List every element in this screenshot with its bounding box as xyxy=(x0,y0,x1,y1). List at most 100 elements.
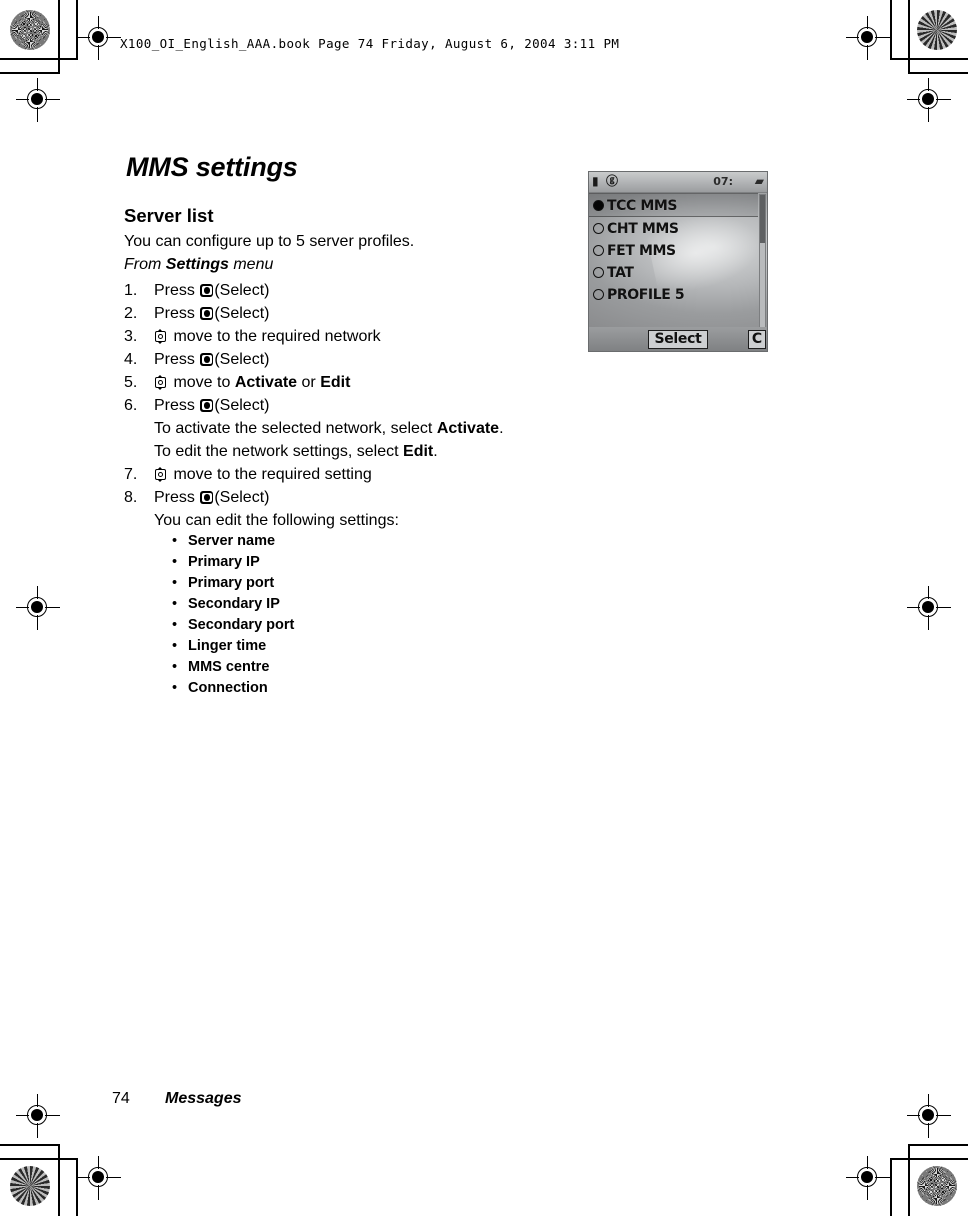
step-text-mid: or xyxy=(297,374,321,391)
list-item: • Connection xyxy=(172,678,294,699)
step-substep: To edit the network settings, select Edi… xyxy=(124,440,584,463)
bullet-icon: • xyxy=(172,617,178,633)
signal-strength-icon: ▮ xyxy=(592,174,599,188)
phone-list-item-label: TCC MMS xyxy=(607,198,678,214)
trim-line-tr-v2 xyxy=(890,0,892,58)
phone-scrollbar-thumb[interactable] xyxy=(760,195,765,243)
from-menu-name: Settings xyxy=(165,256,229,273)
substep-pre: To edit the network settings, select xyxy=(154,443,404,460)
registration-mark-top-left-a xyxy=(77,16,121,60)
phone-list-item[interactable]: PROFILE 5 xyxy=(589,283,758,305)
registration-mark-top-right-b xyxy=(907,78,951,122)
list-item: • Server name xyxy=(172,531,294,552)
step-item: 2. Press (Select) xyxy=(124,302,584,325)
phone-server-list: TCC MMS CHT MMS FET MMS TAT PROFILE 5 xyxy=(589,193,758,305)
step-text-post: (Select) xyxy=(214,351,270,368)
numbered-steps-list: 1. Press (Select) 2. Press (Select) 3. mov… xyxy=(124,279,584,532)
from-prefix: From xyxy=(124,256,166,273)
from-suffix: menu xyxy=(228,256,274,273)
radio-button-icon[interactable] xyxy=(593,223,604,234)
substep-bold: Edit xyxy=(403,443,434,460)
step-text-pre: Press xyxy=(154,351,200,368)
step-text-pre: Press xyxy=(154,305,200,322)
select-key-icon xyxy=(200,284,214,297)
trim-line-tl-h xyxy=(0,58,78,60)
list-item-label: MMS centre xyxy=(188,659,270,675)
phone-list-item-selected[interactable]: TCC MMS xyxy=(589,193,758,217)
softkey-clear-button[interactable]: C xyxy=(748,330,766,349)
radio-button-icon[interactable] xyxy=(593,289,604,300)
bullet-icon: • xyxy=(172,659,178,675)
phone-list-item[interactable]: TAT xyxy=(589,261,758,283)
list-item-label: Primary port xyxy=(188,575,275,591)
list-item: • Secondary port xyxy=(172,615,294,636)
trim-line-tr-h2 xyxy=(908,72,968,74)
list-item: • MMS centre xyxy=(172,657,294,678)
trim-line-br-v xyxy=(908,1144,910,1216)
battery-icon: ▰ xyxy=(754,174,764,188)
from-menu-line: From Settings menu xyxy=(124,256,273,274)
list-item: • Linger time xyxy=(172,636,294,657)
step-item: 8. Press (Select) xyxy=(124,486,584,509)
trim-line-tr-v xyxy=(908,0,910,72)
step-bold-activate: Activate xyxy=(234,374,298,391)
step-text-post: (Select) xyxy=(214,489,270,506)
registration-mark-middle-left xyxy=(16,586,60,630)
phone-status-bar: ▮ ⓖ 07: ▰ xyxy=(589,172,767,193)
trim-line-br-v2 xyxy=(890,1158,892,1216)
softkey-select-button[interactable]: Select xyxy=(648,330,708,349)
step-number: 2. xyxy=(124,305,138,322)
registration-mark-top-right-a xyxy=(846,16,890,60)
registration-mark-bottom-right-b xyxy=(846,1156,890,1200)
navigation-key-icon xyxy=(154,467,167,482)
step-number: 5. xyxy=(124,374,138,391)
step-text-post: move to the required setting xyxy=(169,466,372,483)
phone-list-item-label: TAT xyxy=(607,265,634,281)
phone-list-item-label: FET MMS xyxy=(607,243,676,259)
registration-mark-middle-right xyxy=(907,586,951,630)
step-bold-edit: Edit xyxy=(320,374,351,391)
phone-list-item[interactable]: FET MMS xyxy=(589,239,758,261)
radio-button-icon[interactable] xyxy=(593,245,604,256)
list-item-label: Server name xyxy=(188,533,276,549)
navigation-key-icon xyxy=(154,375,167,390)
step-text-post: (Select) xyxy=(214,305,270,322)
bullet-icon: • xyxy=(172,575,178,591)
substep-pre: To activate the selected network, select xyxy=(154,420,437,437)
phone-softkey-bar: Select C xyxy=(589,327,767,351)
list-item: • Primary IP xyxy=(172,552,294,573)
step-text-pre: Press xyxy=(154,282,200,299)
registration-mark-top-left-b xyxy=(16,78,60,122)
trim-line-br-h xyxy=(890,1158,968,1160)
bullet-icon: • xyxy=(172,638,178,654)
select-key-icon xyxy=(200,307,214,320)
step-number: 8. xyxy=(124,489,138,506)
phone-list-item[interactable]: CHT MMS xyxy=(589,217,758,239)
footer-page-number: 74 xyxy=(112,1090,130,1107)
step-item: 7. move to the required setting xyxy=(124,463,584,486)
bullet-icon: • xyxy=(172,533,178,549)
step-text-post: (Select) xyxy=(214,282,270,299)
step-item: 5. move to Activate or Edit xyxy=(124,371,584,394)
radio-button-icon[interactable] xyxy=(593,267,604,278)
step-number: 4. xyxy=(124,351,138,368)
list-item-label: Connection xyxy=(188,680,268,696)
navigation-key-icon xyxy=(154,329,167,344)
radio-button-icon[interactable] xyxy=(593,200,604,211)
starburst-mark-bottom-left xyxy=(10,1166,50,1206)
trim-line-bl-h2 xyxy=(0,1144,60,1146)
substep-post: . xyxy=(433,443,438,460)
starburst-mark-top-left xyxy=(10,10,50,50)
step-text-post: (Select) xyxy=(214,397,270,414)
step-text-pre: Press xyxy=(154,489,200,506)
bullet-icon: • xyxy=(172,680,178,696)
network-icon: ⓖ xyxy=(606,174,619,188)
step-number: 7. xyxy=(124,466,138,483)
phone-scrollbar[interactable] xyxy=(759,194,766,328)
trim-line-bl-h xyxy=(0,1158,78,1160)
select-key-icon xyxy=(200,353,214,366)
step-text-post: move to xyxy=(169,374,235,391)
step-substep: You can edit the following settings: xyxy=(154,512,399,529)
select-key-icon xyxy=(200,491,214,504)
step-text-post: move to the required network xyxy=(169,328,381,345)
